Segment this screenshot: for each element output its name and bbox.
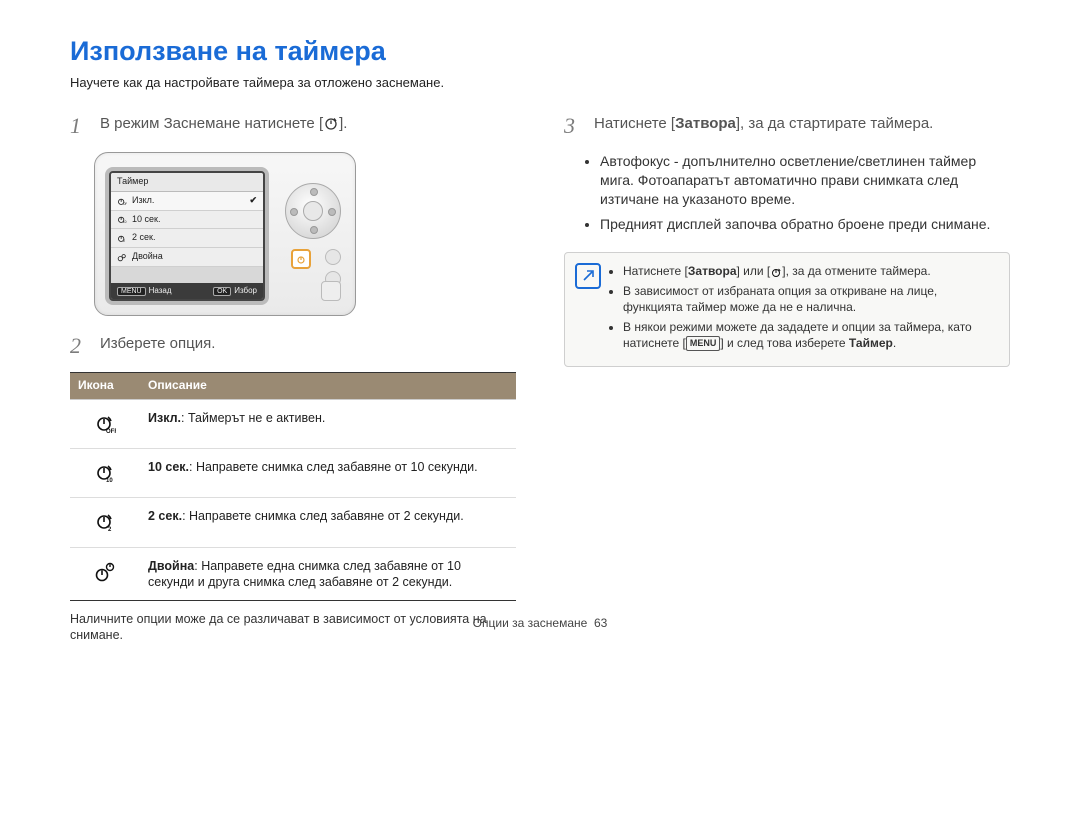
lcd-title: Таймер: [111, 173, 263, 192]
svg-text:2: 2: [123, 239, 125, 243]
table-row: OFF Изкл.: Таймерът не е активен.: [70, 399, 516, 448]
th-icon: Икона: [70, 373, 140, 400]
ok-tag: OK: [213, 287, 231, 296]
note-item-2: В зависимост от избраната опция за откри…: [623, 283, 997, 315]
timer-2-icon: 2: [94, 510, 116, 532]
page-title: Използване на таймера: [70, 34, 1010, 69]
lcd-ok-label: Избор: [234, 286, 257, 295]
lcd-row-2: 2 2 сек.: [111, 229, 263, 248]
bullet-1: Автофокус - допълнително осветление/свет…: [600, 152, 1010, 209]
svg-text:10: 10: [106, 478, 113, 483]
left-column: 1 В режим Заснемане натиснете []. Таймер…: [70, 114, 516, 644]
timer-2-icon: 2: [117, 233, 127, 243]
note-item-3: В някои режими можете да зададете и опци…: [623, 319, 997, 351]
note1-bold: Затвора: [688, 264, 737, 278]
step-number-3: 3: [564, 114, 582, 138]
lcd-row-off-label: Изкл.: [132, 195, 154, 207]
lcd-row-10-label: 10 сек.: [132, 214, 160, 226]
svg-text:10: 10: [123, 221, 127, 225]
row2-bold: 2 сек.: [148, 509, 182, 523]
menu-tag: MENU: [117, 287, 146, 296]
step-2: 2 Изберете опция.: [70, 334, 516, 358]
step-3: 3 Натиснете [Затвора], за да стартирате …: [564, 114, 1010, 138]
lcd-back-label: Назад: [149, 286, 172, 295]
row2-rest: : Направете снимка след забавяне от 2 се…: [182, 509, 464, 523]
lcd-row-10: 10 10 сек.: [111, 211, 263, 230]
step2-text: Изберете опция.: [100, 334, 215, 354]
timer-off-icon: OFF: [117, 196, 127, 206]
note-icon: [575, 263, 601, 289]
lcd-row-double: Двойна: [111, 248, 263, 267]
row1-bold: 10 сек.: [148, 460, 189, 474]
step3-prefix: Натиснете [: [594, 115, 675, 132]
table-row: Двойна: Направете една снимка след забав…: [70, 547, 516, 601]
step3-bold: Затвора: [675, 115, 736, 132]
timer-icon: [770, 266, 782, 278]
step3-bullets: Автофокус - допълнително осветление/свет…: [582, 152, 1010, 234]
timer-10-icon: 10: [117, 214, 127, 224]
footer-page-number: 63: [594, 616, 607, 630]
check-icon: ✔: [249, 195, 257, 207]
note3-mid: ] и след това изберете: [720, 336, 849, 350]
control-dial: [285, 183, 341, 239]
svg-text:OFF: OFF: [106, 429, 116, 434]
lcd-footer: MENUНазад OKИзбор: [111, 283, 263, 299]
timer-icon: [323, 115, 339, 131]
note-box: Натиснете [Затвора] или [ ], за да отмени…: [564, 252, 1010, 367]
page-footer: Опции за заснемане 63: [0, 616, 1080, 632]
note3-bold: Таймер: [849, 336, 893, 350]
note1-mid: ] или [: [737, 264, 771, 278]
table-row: 10 10 сек.: Направете снимка след забавя…: [70, 449, 516, 498]
footer-label: Опции за заснемане: [473, 616, 588, 630]
note1-suffix: ], за да отмените таймера.: [782, 264, 930, 278]
step3-suffix: ], за да стартирате таймера.: [736, 115, 933, 132]
bullet-2: Предният дисплей започва обратно броене …: [600, 215, 1010, 234]
svg-text:OFF: OFF: [123, 202, 127, 206]
svg-text:2: 2: [108, 527, 112, 532]
timer-off-icon: OFF: [94, 412, 116, 434]
right-column: 3 Натиснете [Затвора], за да стартирате …: [564, 114, 1010, 644]
row3-bold: Двойна: [148, 559, 194, 573]
options-table: Икона Описание OFF Изкл.: Таймерът не е …: [70, 372, 516, 601]
note3-suffix: .: [893, 336, 896, 350]
note1-prefix: Натиснете [: [623, 264, 688, 278]
menu-tag: MENU: [686, 336, 721, 350]
timer-double-icon: [117, 252, 127, 262]
th-desc: Описание: [140, 373, 516, 400]
lcd-row-off: OFF Изкл. ✔: [111, 192, 263, 211]
row1-rest: : Направете снимка след забавяне от 10 с…: [189, 460, 478, 474]
step-1: 1 В режим Заснемане натиснете [].: [70, 114, 516, 138]
intro-text: Научете как да настройвате таймера за от…: [70, 75, 1010, 92]
step1-suffix: ].: [339, 115, 347, 132]
lcd-row-2-label: 2 сек.: [132, 232, 155, 244]
timer-double-icon: [93, 560, 117, 584]
row3-rest: : Направете една снимка след забавяне от…: [148, 559, 461, 589]
step1-text: В режим Заснемане натиснете [: [100, 115, 323, 132]
timer-highlighted-button: [291, 249, 311, 269]
timer-10-icon: 10: [94, 461, 116, 483]
row0-rest: : Таймерът не е активен.: [181, 411, 325, 425]
camera-lcd: Таймер OFF Изкл. ✔ 10 10 сек. 2 2 сек: [109, 171, 265, 301]
lcd-row-double-label: Двойна: [132, 251, 163, 263]
corner-button: [321, 281, 341, 301]
table-row: 2 2 сек.: Направете снимка след забавяне…: [70, 498, 516, 547]
row0-bold: Изкл.: [148, 411, 181, 425]
note-item-1: Натиснете [Затвора] или [ ], за да отмени…: [623, 263, 997, 279]
step-number-1: 1: [70, 114, 88, 138]
camera-illustration: Таймер OFF Изкл. ✔ 10 10 сек. 2 2 сек: [94, 152, 516, 316]
timer-icon: [296, 254, 306, 264]
step-number-2: 2: [70, 334, 88, 358]
